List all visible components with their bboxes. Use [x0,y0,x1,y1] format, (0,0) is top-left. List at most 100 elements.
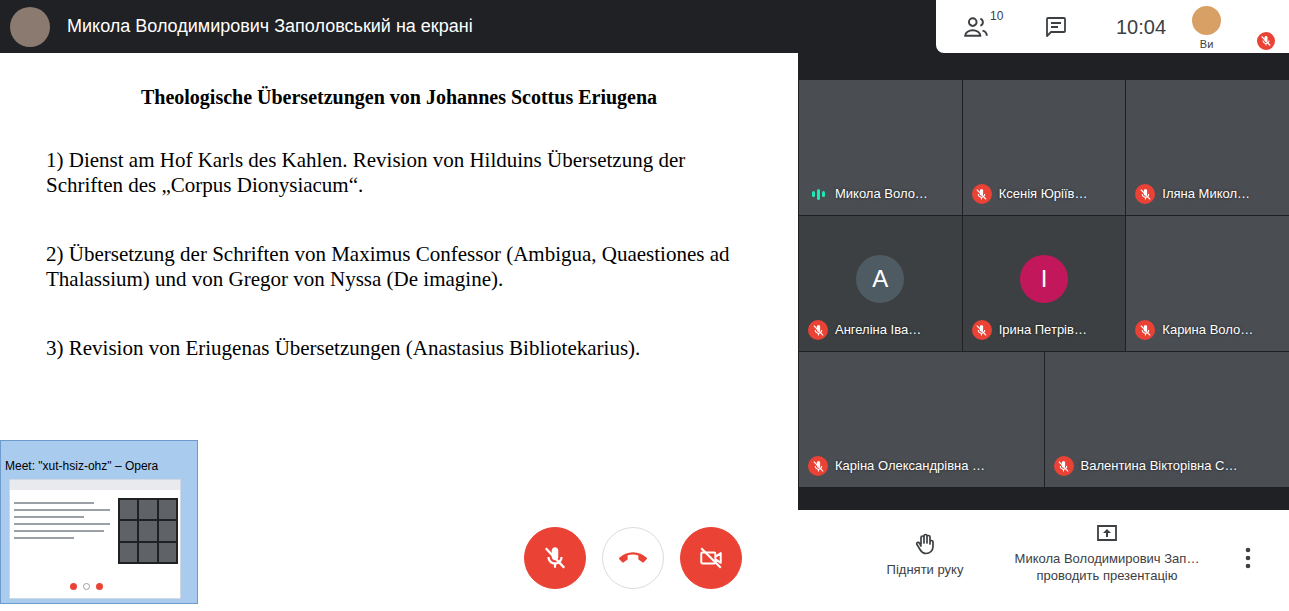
participant-name: Карина Воло… [1162,322,1253,338]
preview-line [14,516,84,518]
preview-tile [120,500,137,519]
participant-tile[interactable]: А Ангеліна Іва… [799,216,962,351]
preview-line [14,523,110,525]
mic-status [808,320,828,340]
preview-dot [70,583,77,590]
mic-off-icon [812,324,825,337]
preview-dot [96,583,103,590]
side-controls: Підняти руку Микола Володимирович Зап…про… [875,510,1289,584]
camera-button[interactable] [680,527,742,589]
slide-point: 1) Dienst am Hof Karls des Kahlen. Revis… [46,148,766,198]
chat-icon [1044,15,1068,39]
preview-line [14,530,104,532]
more-options-button[interactable] [1207,510,1289,569]
leave-call-button[interactable] [602,527,664,589]
mic-off-icon [1260,35,1272,47]
presenter-avatar [10,7,50,47]
participant-name: Каріна Олександрівна … [835,458,985,474]
participant-label: Ксенія Юріїв… [972,184,1122,204]
preview-tile [159,500,176,519]
participants-area: Микола Воло… Ксенія Юріїв… Іляна Микол… А Ан… [798,53,1289,510]
top-bar: Микола Володимирович Заполовський на екр… [0,0,1289,53]
mic-off-icon [1139,324,1152,337]
participant-label: Іляна Микол… [1135,184,1285,204]
participant-avatar: А [856,255,904,303]
preview-tiles [118,498,178,564]
participant-name: Ксенія Юріїв… [999,186,1088,202]
mic-off-icon [975,324,988,337]
camera-off-icon [698,545,724,571]
presentation-button[interactable]: Микола Володимирович Зап…проводить презе… [1007,510,1207,584]
participant-label: Ірина Петрів… [972,320,1122,340]
preview-tile [139,500,156,519]
presenter-name: Микола Володимирович Зап… [1015,550,1200,567]
participant-tile[interactable]: Каріна Олександрівна … [799,352,1044,487]
participant-name: Іляна Микол… [1162,186,1250,202]
mic-off-icon [975,188,988,201]
preview-tile [159,521,176,540]
clock: 10:04 [1116,12,1166,42]
participant-label: Валентина Вікторівна С… [1054,456,1286,476]
phone-hangup-icon [619,544,647,572]
speaking-indicator-icon [808,184,828,204]
participant-name: Ірина Петрів… [999,322,1087,338]
raise-hand-button[interactable]: Підняти руку [875,510,975,578]
preview-line [14,502,94,504]
mic-status [972,320,992,340]
preview-slide [14,502,114,544]
participants-button[interactable]: 10 [963,14,1013,40]
participant-label: Ангеліна Іва… [808,320,958,340]
mic-status [1135,320,1155,340]
mic-off-icon [812,460,825,473]
participant-label: Каріна Олександрівна … [808,456,1040,476]
slide-point: 3) Revision von Eriugenas Übersetzungen … [46,336,766,361]
mic-off-icon [1057,460,1070,473]
presenter-title-text: Микола Володимирович Заполовський на екр… [67,13,473,40]
self-label: Ви [1200,38,1213,51]
participant-tile[interactable]: Іляна Микол… [1126,80,1289,215]
self-mic-status [1257,32,1275,50]
participant-name: Валентина Вікторівна С… [1081,458,1238,474]
mic-status [808,184,828,204]
participant-tile[interactable]: І Ірина Петрів… [963,216,1126,351]
mic-status [808,456,828,476]
slide-title: Theologische Übersetzungen von Johannes … [0,85,798,109]
participant-tile[interactable]: Микола Воло… [799,80,962,215]
preview-tile [139,543,156,562]
preview-dot [83,583,90,590]
preview-window[interactable]: Meet: "xut-hsiz-ohz" – Opera [0,440,198,604]
preview-line [14,537,74,539]
preview-window-title: Meet: "xut-hsiz-ohz" – Opera [1,441,197,473]
preview-tile [139,521,156,540]
presenter-status: проводить презентацію [1037,567,1178,584]
mic-off-icon [542,545,568,571]
participant-label: Карина Воло… [1135,320,1285,340]
hand-icon [913,532,937,556]
mic-status [1135,184,1155,204]
people-icon [963,14,989,40]
microphone-button[interactable] [524,527,586,589]
participant-avatar: І [1020,255,1068,303]
preview-tile [120,543,137,562]
more-vert-icon [1245,547,1251,569]
preview-buttons [70,583,103,590]
preview-thumbnail [9,479,181,599]
participant-tile[interactable]: Карина Воло… [1126,216,1289,351]
mic-off-icon [1139,188,1152,201]
participant-name: Микола Воло… [835,186,928,202]
mic-status [1054,456,1074,476]
preview-line [14,509,110,511]
present-screen-icon [1095,522,1119,546]
participant-name: Ангеліна Іва… [835,322,921,338]
slide-point: 2) Übersetzung der Schriften von Maximus… [46,242,766,292]
raise-hand-label: Підняти руку [887,561,964,578]
self-preview[interactable]: Ви [1192,2,1221,51]
chat-button[interactable] [1044,15,1068,39]
presenter-title: Микола Володимирович Заполовський на екр… [0,0,473,53]
participant-label: Микола Воло… [808,184,958,204]
mic-status [972,184,992,204]
participant-tile[interactable]: Валентина Вікторівна С… [1045,352,1289,487]
participant-tile[interactable]: Ксенія Юріїв… [963,80,1126,215]
preview-tile [120,521,137,540]
participant-grid: Микола Воло… Ксенія Юріїв… Іляна Микол… А Ан… [799,80,1289,487]
